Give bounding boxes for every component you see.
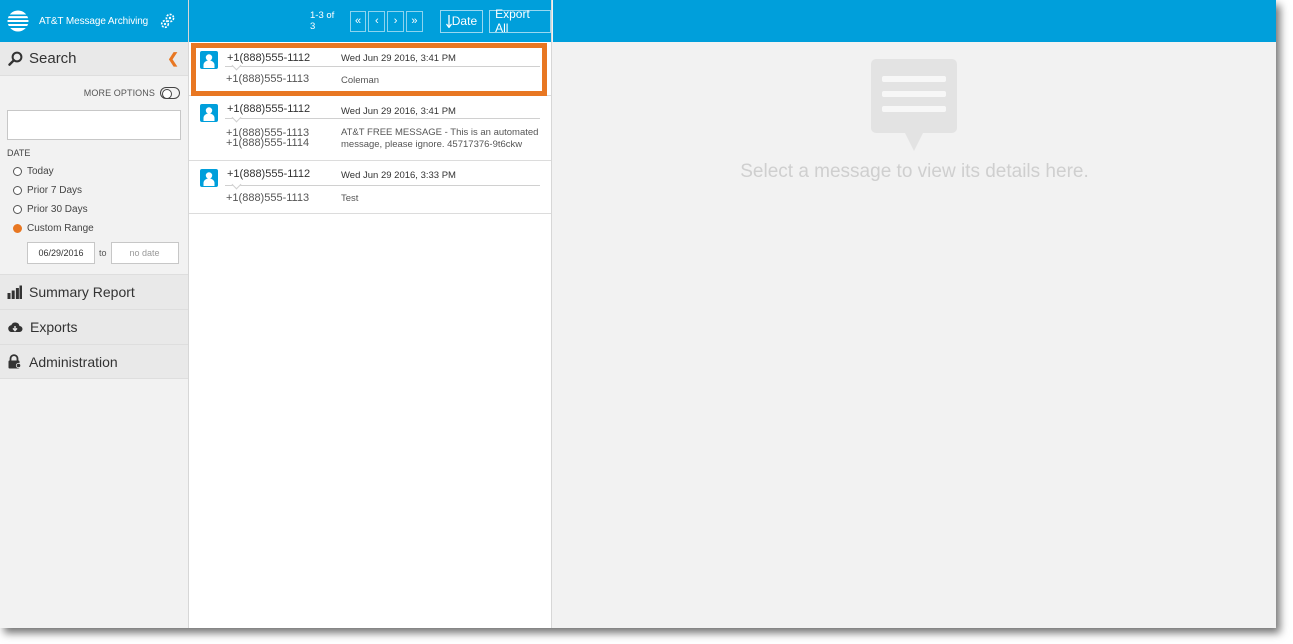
message-to: +1(888)555-1113: [226, 192, 310, 204]
sidebar: AT&T Message Archiving Search ❮ MORE OPT…: [0, 0, 189, 628]
search-icon: [8, 51, 23, 66]
lock-icon: [8, 354, 22, 369]
settings-gears-icon[interactable]: [160, 13, 176, 29]
list-toolbar: 1-3 of 3 « ‹ › » Date Export All: [189, 0, 552, 42]
message-to: +1(888)555-1114: [226, 137, 310, 149]
message-date: Wed Jun 29 2016, 3:41 PM: [341, 53, 456, 64]
att-globe-icon: [7, 10, 29, 32]
nav-administration[interactable]: Administration: [0, 344, 188, 379]
message-from: +1(888)555-1112: [227, 168, 311, 180]
date-option-label: Prior 7 Days: [27, 185, 83, 196]
date-option-label: Prior 30 Days: [27, 204, 88, 215]
message-to: +1(888)555-1113: [226, 73, 310, 85]
contact-avatar-icon: [200, 169, 218, 187]
sort-date-button[interactable]: Date: [439, 9, 484, 33]
speech-bubble-icon: [871, 59, 957, 151]
date-filter-label: DATE: [7, 148, 31, 158]
message-from: +1(888)555-1112: [227, 52, 311, 64]
nav-label: Administration: [29, 353, 118, 370]
message-date: Wed Jun 29 2016, 3:41 PM: [341, 106, 456, 117]
date-option-today[interactable]: Today: [0, 162, 188, 181]
contact-avatar-icon: [200, 104, 218, 122]
export-all-button[interactable]: Export All: [489, 7, 552, 35]
next-page-button[interactable]: ›: [387, 10, 404, 32]
message-date: Wed Jun 29 2016, 3:33 PM: [341, 170, 456, 181]
search-input[interactable]: [7, 110, 181, 140]
nav-label: Summary Report: [29, 284, 135, 300]
radio-prior-30-days[interactable]: [13, 205, 22, 214]
last-page-button[interactable]: »: [406, 10, 423, 32]
cloud-download-icon: [8, 321, 23, 332]
date-option-label: Today: [27, 166, 54, 177]
message-from: +1(888)555-1112: [227, 103, 311, 115]
empty-state-text: Select a message to view its details her…: [740, 161, 1089, 182]
nav-label: Exports: [30, 319, 78, 335]
range-from-input[interactable]: [27, 242, 95, 264]
app-window: AT&T Message Archiving Search ❮ MORE OPT…: [0, 0, 1276, 628]
message-divider: [225, 118, 540, 119]
brand-header: AT&T Message Archiving: [0, 0, 188, 42]
message-divider: [225, 66, 540, 67]
message-preview: Coleman: [341, 75, 380, 86]
custom-range-fields: to: [27, 242, 188, 264]
prev-page-button[interactable]: ‹: [368, 10, 386, 32]
date-option-prior-30-days[interactable]: Prior 30 Days: [0, 200, 188, 219]
date-options: Today Prior 7 Days Prior 30 Days Custom …: [0, 162, 188, 238]
radio-custom-range[interactable]: [13, 224, 22, 233]
search-label: Search: [29, 50, 77, 67]
date-option-custom-range[interactable]: Custom Range: [0, 219, 188, 238]
nav-summary-report[interactable]: Summary Report: [0, 274, 188, 309]
detail-header-bar: [553, 0, 1276, 42]
message-row[interactable]: +1(888)555-1112 Wed Jun 29 2016, 3:41 PM…: [189, 96, 551, 161]
collapse-sidebar-icon[interactable]: ❮: [167, 50, 179, 67]
app-title: AT&T Message Archiving: [39, 15, 149, 27]
message-detail-panel: Select a message to view its details her…: [553, 0, 1276, 628]
range-to-input[interactable]: [110, 242, 179, 264]
date-option-prior-7-days[interactable]: Prior 7 Days: [0, 181, 188, 200]
message-divider-notch: [231, 179, 242, 190]
message-preview: Test: [341, 193, 359, 204]
more-options-label: MORE OPTIONS: [83, 88, 155, 98]
date-option-label: Custom Range: [27, 223, 94, 234]
message-row[interactable]: +1(888)555-1112 Wed Jun 29 2016, 3:41 PM…: [189, 43, 551, 96]
more-options-row: MORE OPTIONS: [0, 81, 188, 105]
sort-date-label: Date: [451, 14, 478, 28]
result-count: 1-3 of 3: [310, 10, 335, 32]
message-divider: [225, 185, 540, 186]
message-list-panel: 1-3 of 3 « ‹ › » Date Export All +1(888)…: [189, 0, 552, 628]
first-page-button[interactable]: «: [349, 10, 367, 32]
search-section-header[interactable]: Search ❮: [0, 42, 188, 76]
nav-exports[interactable]: Exports: [0, 309, 188, 344]
message-preview: AT&T FREE MESSAGE - This is an automated…: [341, 127, 539, 150]
radio-today[interactable]: [13, 167, 22, 176]
range-to-label: to: [99, 248, 107, 258]
contact-avatar-icon: [200, 51, 218, 69]
bar-chart-icon: [7, 285, 22, 299]
message-row[interactable]: +1(888)555-1112 Wed Jun 29 2016, 3:33 PM…: [189, 161, 551, 214]
radio-prior-7-days[interactable]: [13, 186, 22, 195]
more-options-toggle[interactable]: [160, 87, 180, 99]
